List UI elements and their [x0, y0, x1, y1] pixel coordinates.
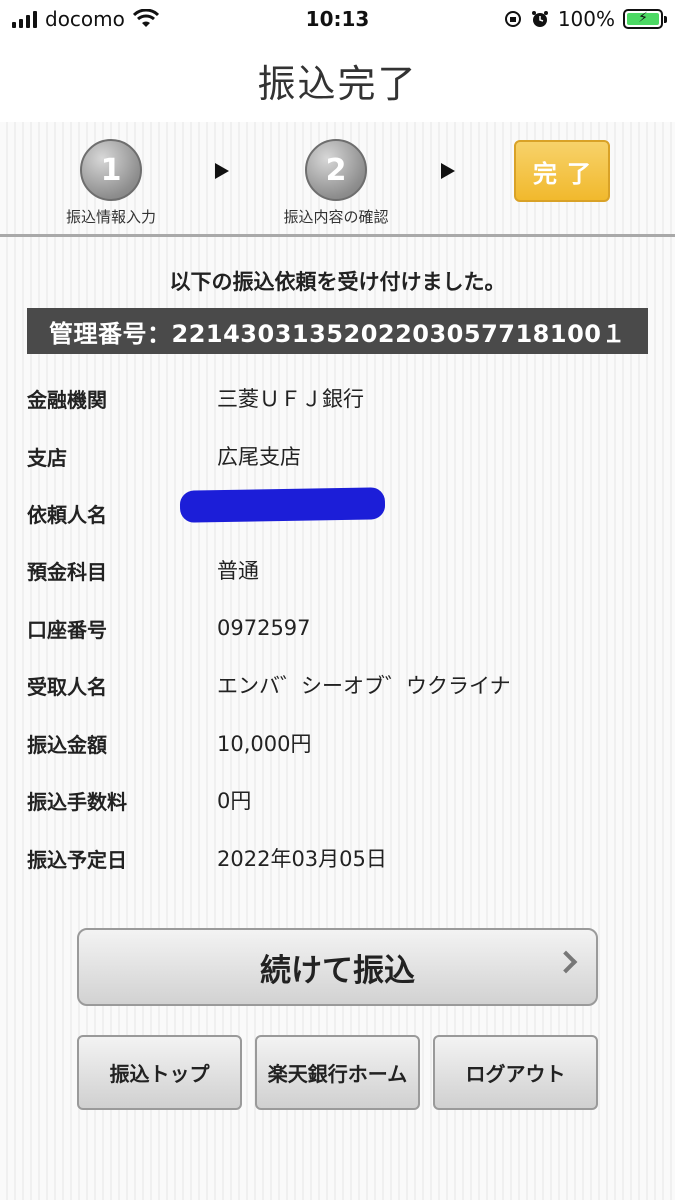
- detail-label: 振込金額: [27, 732, 107, 757]
- battery-cap: [664, 16, 667, 23]
- step-3-complete: 完了: [514, 140, 610, 202]
- detail-label: 口座番号: [27, 617, 107, 642]
- detail-value: 三菱ＵＦＪ銀行: [217, 387, 364, 411]
- detail-value: 0円: [217, 789, 252, 813]
- detail-label: 支店: [27, 445, 67, 470]
- status-left: docomo: [12, 7, 159, 31]
- bank-home-button[interactable]: 楽天銀行ホーム: [255, 1035, 420, 1110]
- bolt-icon: ⚡: [638, 10, 648, 26]
- detail-value: 10,000円: [217, 732, 312, 756]
- detail-label: 受取人名: [27, 674, 107, 699]
- detail-row-account-type: 預金科目 普通: [27, 550, 647, 590]
- detail-row-recipient: 受取人名 エンバ゛シーオブ゛ウクライナ: [27, 665, 647, 705]
- step-1-circle: 1: [80, 139, 142, 201]
- detail-row-branch: 支店 広尾支店: [27, 436, 647, 476]
- orientation-lock-icon: [504, 11, 521, 27]
- page-title: 振込完了: [257, 61, 418, 106]
- battery-percent: 100%: [557, 7, 615, 31]
- content-area: 1 振込情報入力 2 振込内容の確認 完了 以下の振込依頼を受け付けました。 管…: [0, 122, 675, 1200]
- detail-row-account-number: 口座番号 0972597: [27, 608, 647, 648]
- completion-message: 以下の振込依頼を受け付けました。: [169, 270, 506, 294]
- status-right: 100% ⚡: [504, 7, 667, 31]
- continue-transfer-button[interactable]: 続けて振込: [77, 928, 598, 1006]
- signal-icon: [12, 10, 37, 28]
- detail-label: 振込予定日: [27, 847, 127, 872]
- detail-label: 金融機関: [27, 387, 107, 412]
- redaction-mark: [179, 487, 386, 523]
- detail-row-fee: 振込手数料 0円: [27, 780, 647, 820]
- status-bar: docomo 10:13 100% ⚡: [0, 0, 675, 38]
- detail-value: 0972597: [217, 616, 311, 640]
- step-arrow-icon: [441, 163, 455, 179]
- chevron-right-icon: [554, 950, 578, 974]
- nav-bar: 振込完了: [0, 38, 675, 122]
- detail-value: 普通: [217, 559, 259, 583]
- reference-number: 管理番号：2214303135202203057718100１: [27, 308, 648, 354]
- detail-row-amount: 振込金額 10,000円: [27, 723, 647, 763]
- alarm-icon: [531, 11, 548, 27]
- step-2-label: 振込内容の確認: [283, 208, 389, 226]
- detail-value: エンバ゛シーオブ゛ウクライナ: [217, 674, 511, 698]
- step-2-circle: 2: [305, 139, 367, 201]
- step-arrow-icon: [215, 163, 229, 179]
- step-indicator: 1 振込情報入力 2 振込内容の確認 完了: [0, 122, 675, 237]
- detail-value: 広尾支店: [217, 445, 301, 469]
- battery-charging-icon: ⚡: [623, 9, 667, 29]
- logout-button[interactable]: ログアウト: [433, 1035, 598, 1110]
- wifi-icon: [132, 9, 159, 27]
- steps-divider: [0, 234, 675, 237]
- detail-value: 2022年03月05日: [217, 847, 387, 871]
- detail-row-bank: 金融機関 三菱ＵＦＪ銀行: [27, 378, 647, 418]
- carrier-name: docomo: [45, 7, 125, 31]
- detail-label: 振込手数料: [27, 789, 127, 814]
- detail-row-date: 振込予定日 2022年03月05日: [27, 838, 647, 878]
- detail-label: 預金科目: [27, 559, 107, 584]
- transfer-top-button[interactable]: 振込トップ: [77, 1035, 242, 1110]
- continue-transfer-label: 続けて振込: [260, 952, 415, 989]
- step-1-label: 振込情報入力: [65, 208, 156, 226]
